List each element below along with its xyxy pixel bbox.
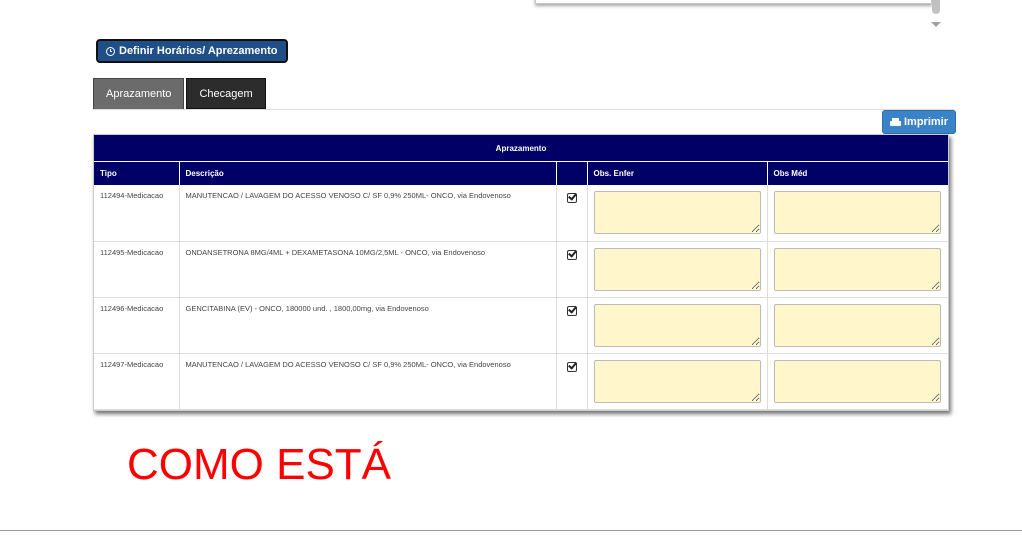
column-header-obs-med: Obs Méd bbox=[767, 161, 949, 185]
table-row: 112497-Medicacao MANUTENCAO / LAVAGEM DO… bbox=[94, 353, 949, 410]
cell-obs-enfer bbox=[587, 353, 768, 410]
obs-enfer-field[interactable] bbox=[593, 303, 761, 347]
clock-icon bbox=[106, 46, 115, 56]
table-row: 112495-Medicacao ONDANSETRONA 8MG/4ML + … bbox=[94, 241, 949, 298]
checkbox-checked-icon[interactable] bbox=[566, 361, 577, 372]
table-caption: Aprazamento bbox=[94, 135, 949, 162]
table-row: 112496-Medicacao GENCITABINA (EV) - ONCO… bbox=[94, 297, 949, 354]
scroll-down-arrow-icon[interactable] bbox=[931, 22, 941, 27]
cell-obs-enfer bbox=[587, 185, 768, 242]
table-row: 112494-Medicacao MANUTENCAO / LAVAGEM DO… bbox=[94, 185, 949, 242]
cell-tipo: 112495-Medicacao bbox=[94, 241, 180, 298]
cell-check bbox=[556, 241, 588, 298]
cell-obs-enfer bbox=[587, 297, 768, 354]
column-header-tipo: Tipo bbox=[94, 161, 180, 185]
tab-checagem-label: Checagem bbox=[199, 87, 253, 100]
obs-med-field[interactable] bbox=[773, 303, 941, 347]
scrollbar-thumb[interactable] bbox=[932, 0, 940, 14]
obs-enfer-field[interactable] bbox=[593, 359, 761, 403]
column-header-check bbox=[556, 161, 588, 185]
cell-obs-med bbox=[767, 185, 949, 242]
cell-descricao: ONDANSETRONA 8MG/4ML + DEXAMETASONA 10MG… bbox=[179, 241, 557, 298]
column-header-descricao: Descrição bbox=[179, 161, 557, 185]
cell-obs-enfer bbox=[587, 241, 768, 298]
tab-aprazamento[interactable]: Aprazamento bbox=[93, 78, 185, 109]
cell-tipo: 112497-Medicacao bbox=[94, 353, 180, 410]
tab-divider bbox=[93, 109, 955, 110]
checkbox-checked-icon[interactable] bbox=[566, 249, 577, 260]
cell-descricao: GENCITABINA (EV) - ONCO, 180000 und. , 1… bbox=[179, 297, 557, 354]
printer-icon bbox=[889, 117, 901, 127]
cell-descricao: MANUTENCAO / LAVAGEM DO ACESSO VENOSO C/… bbox=[179, 185, 557, 242]
cell-tipo: 112496-Medicacao bbox=[94, 297, 180, 354]
obs-med-field[interactable] bbox=[773, 359, 941, 403]
tab-bar: Aprazamento Checagem bbox=[93, 78, 266, 109]
obs-enfer-field[interactable] bbox=[593, 191, 761, 234]
obs-med-field[interactable] bbox=[773, 191, 941, 234]
cell-obs-med bbox=[767, 353, 949, 410]
cell-obs-med bbox=[767, 241, 949, 298]
obs-enfer-field[interactable] bbox=[593, 247, 761, 291]
aprazamento-table-container: Aprazamento Tipo Descrição Obs. Enfer Ob… bbox=[93, 134, 949, 411]
cell-obs-med bbox=[767, 297, 949, 354]
column-header-obs-enfer: Obs. Enfer bbox=[587, 161, 768, 185]
annotation-como-esta: COMO ESTÁ bbox=[127, 440, 392, 489]
bottom-divider bbox=[0, 530, 1022, 531]
tab-aprazamento-label: Aprazamento bbox=[106, 88, 172, 100]
print-button[interactable]: Imprimir bbox=[882, 110, 956, 134]
define-schedule-label: Definir Horários/ Aprezamento bbox=[119, 45, 278, 57]
cell-descricao: MANUTENCAO / LAVAGEM DO ACESSO VENOSO C/… bbox=[179, 353, 557, 410]
print-button-label: Imprimir bbox=[903, 116, 948, 128]
cell-tipo: 112494-Medicacao bbox=[94, 185, 180, 242]
cell-check bbox=[556, 353, 588, 410]
checkbox-checked-icon[interactable] bbox=[566, 193, 577, 203]
obs-med-field[interactable] bbox=[773, 247, 941, 291]
cell-check bbox=[556, 297, 588, 354]
tab-checagem[interactable]: Checagem bbox=[186, 78, 266, 109]
top-panel-remnant bbox=[535, 0, 932, 4]
aprazamento-table: Aprazamento Tipo Descrição Obs. Enfer Ob… bbox=[94, 135, 949, 410]
cell-check bbox=[556, 185, 588, 242]
checkbox-checked-icon[interactable] bbox=[566, 305, 577, 316]
define-schedule-button[interactable]: Definir Horários/ Aprezamento bbox=[96, 39, 288, 63]
